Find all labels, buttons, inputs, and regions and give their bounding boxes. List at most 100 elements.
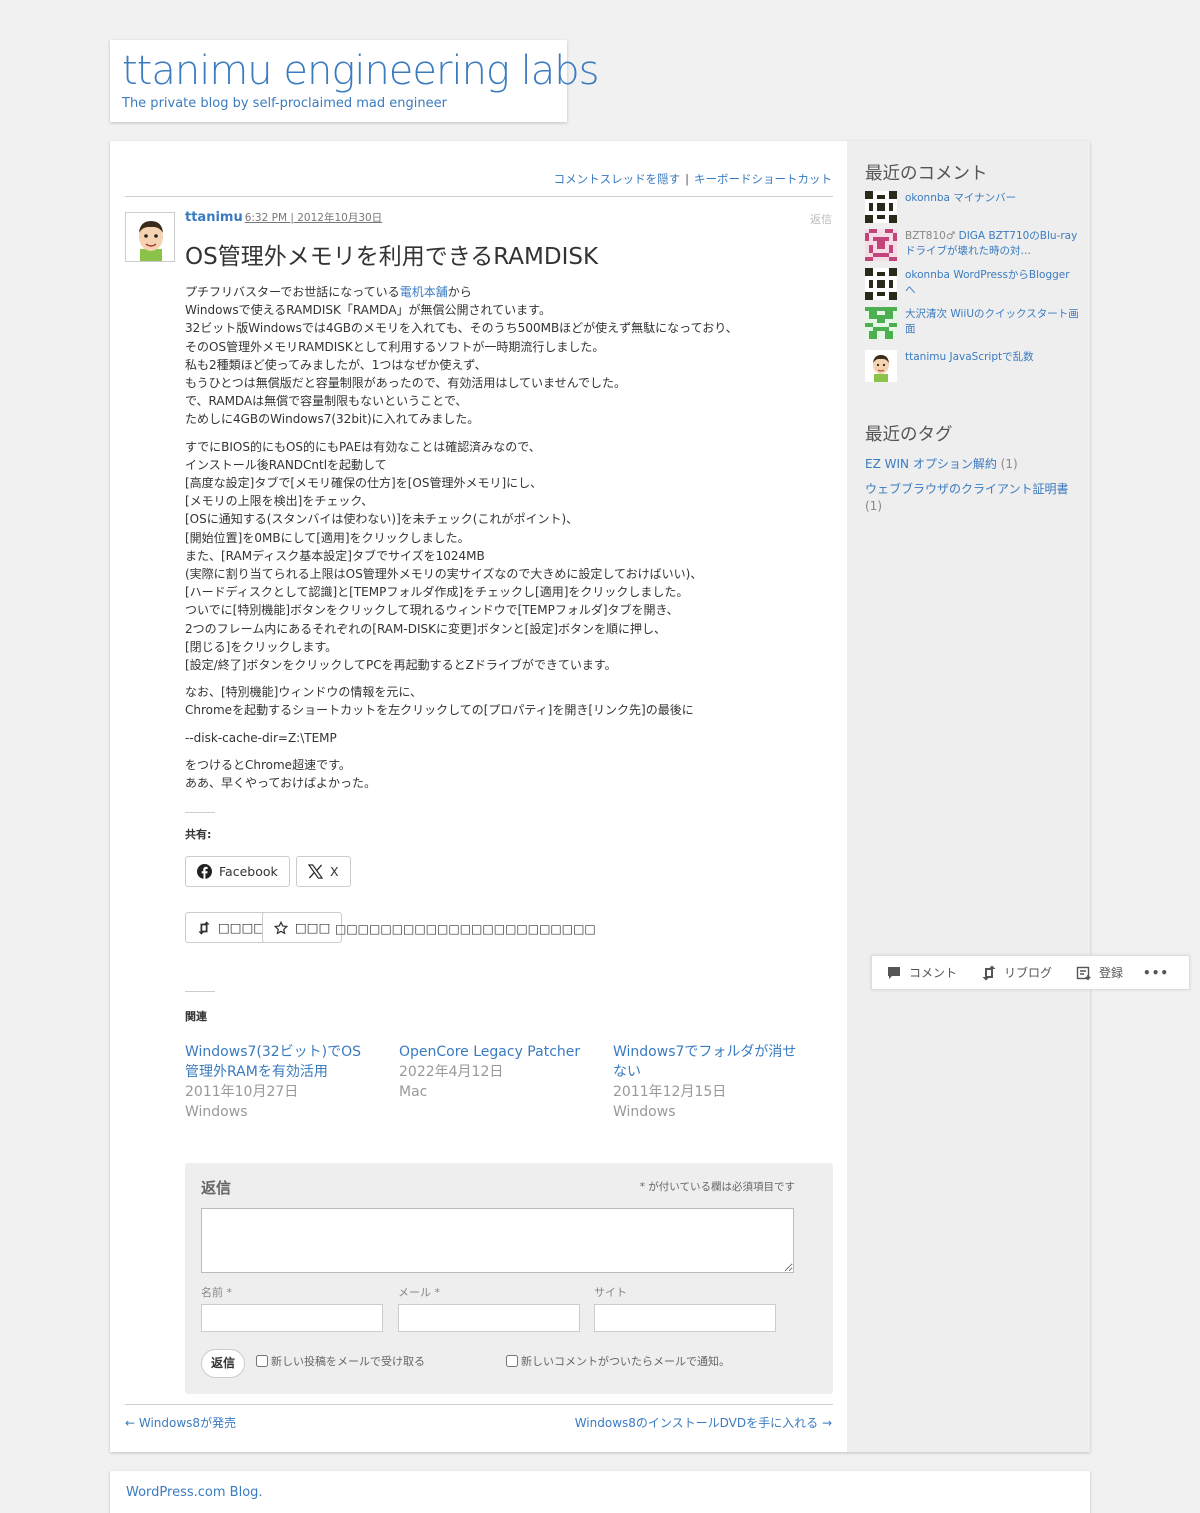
- x-share-button[interactable]: X: [296, 856, 351, 887]
- email-field[interactable]: [398, 1304, 580, 1332]
- prev-post-link[interactable]: ← Windows8が発売: [125, 1414, 236, 1431]
- tag-count: (1): [865, 499, 882, 513]
- site-label: サイト: [594, 1286, 627, 1299]
- code-line: --disk-cache-dir=Z:\TEMP: [185, 730, 337, 745]
- x-icon: [308, 864, 323, 879]
- comment-author-link[interactable]: 大沢清次: [905, 308, 947, 320]
- comment-author-link[interactable]: okonnba: [905, 269, 950, 281]
- action-bar: コメント リブログ 登録 •••: [871, 955, 1190, 990]
- subscribe-icon: [1076, 966, 1091, 980]
- recent-tags-title: 最近のタグ: [865, 425, 953, 445]
- subscribe-posts-checkbox[interactable]: [256, 1355, 268, 1367]
- identicon-avatar-icon[interactable]: [865, 229, 897, 261]
- comment-post-link[interactable]: JavaScriptで乱数: [949, 351, 1033, 363]
- subscribe-posts-option[interactable]: 新しい投稿をメールで受け取る: [256, 1353, 425, 1369]
- site-field[interactable]: [594, 1304, 776, 1332]
- paragraph: をつけるとChrome超速です。 ああ、早くやっておけばよかった。: [185, 757, 377, 791]
- subscribe-comments-option[interactable]: 新しいコメントがついたらメールで通知。: [506, 1353, 730, 1369]
- p1-text-cont: から Windowsで使えるRAMDISK「RAMDA」が無償公開されています。…: [185, 285, 738, 427]
- related-post: OpenCore Legacy Patcher 2022年4月12日 Mac: [399, 1042, 589, 1102]
- name-field[interactable]: [201, 1304, 383, 1332]
- identicon-avatar-icon[interactable]: [865, 191, 897, 223]
- denki-honpo-link[interactable]: 電机本舗: [400, 285, 448, 299]
- divider: [125, 196, 833, 197]
- recent-comment-item: okonnba マイナンバー: [865, 191, 1080, 223]
- paragraph: プチフリバスターでお世話になっている電机本舗から Windowsで使えるRAMD…: [185, 283, 825, 429]
- recent-comment-item: okonnba WordPressからBloggerへ: [865, 268, 1080, 300]
- related-post-title[interactable]: Windows7(32ビット)でOS管理外RAMを有効活用: [185, 1042, 375, 1082]
- post-title: OS管理外メモリを利用できるRAMDISK: [185, 244, 599, 270]
- recent-comment-item: BZT810♂ DIGA BZT710のBlu-rayドライブが壊れた時の対…: [865, 229, 1080, 261]
- name-label: 名前 *: [201, 1286, 232, 1299]
- share-label: 共有:: [185, 828, 212, 841]
- comment-author-link[interactable]: okonnba: [905, 192, 950, 204]
- footer: WordPress.com Blog.: [110, 1471, 1090, 1513]
- related-post-category: Windows: [613, 1104, 676, 1120]
- identicon-avatar-icon[interactable]: [865, 307, 897, 339]
- site-title[interactable]: ttanimu engineering labs: [122, 48, 600, 94]
- email-label: メール *: [398, 1286, 440, 1299]
- recent-comment-item: ttanimu JavaScriptで乱数: [865, 350, 1080, 382]
- paragraph: すでにBIOS的にもOS的にもPAEは有効なことは確認済みなので、 インストール…: [185, 439, 703, 673]
- reblog-label: □□□□: [218, 920, 266, 935]
- like-button[interactable]: □□□: [262, 912, 343, 943]
- divider: [185, 991, 215, 992]
- site-header: ttanimu engineering labs The private blo…: [110, 40, 600, 122]
- divider: [125, 1404, 833, 1405]
- star-icon: [274, 920, 288, 935]
- related-post-date: 2011年12月15日: [613, 1084, 727, 1100]
- related-post: Windows7(32ビット)でOS管理外RAMを有効活用 2011年10月27…: [185, 1042, 375, 1122]
- post-datetime[interactable]: 6:32 PM | 2012年10月30日: [245, 212, 382, 224]
- comment-action[interactable]: コメント: [886, 964, 957, 981]
- p1-text: プチフリバスターでお世話になっている: [185, 285, 400, 299]
- tag-link[interactable]: EZ WIN オプション解約: [865, 457, 997, 471]
- thread-links: コメントスレッドを隠す | キーボードショートカット: [554, 171, 832, 187]
- related-post-date: 2011年10月27日: [185, 1084, 299, 1100]
- comment-action-label: コメント: [909, 966, 958, 980]
- subscribe-action[interactable]: 登録: [1076, 964, 1123, 981]
- tag-item: ウェブブラウザのクライアント証明書 (1): [865, 481, 1070, 515]
- comment-post-link[interactable]: マイナンバー: [953, 192, 1016, 204]
- wordpress-blog-link[interactable]: WordPress.com Blog.: [126, 1485, 263, 1500]
- tag-link[interactable]: ウェブブラウザのクライアント証明書: [865, 482, 1069, 496]
- paragraph: なお、[特別機能]ウィンドウの情報を元に、 Chromeを起動するショートカット…: [185, 685, 694, 718]
- more-options-icon[interactable]: •••: [1143, 966, 1169, 980]
- keyboard-shortcuts-link[interactable]: キーボードショートカット: [694, 172, 832, 186]
- identicon-avatar-icon[interactable]: [865, 268, 897, 300]
- tag-count: (1): [1000, 457, 1018, 471]
- comment-author: BZT810♂: [905, 230, 956, 242]
- comment-text: BZT810♂ DIGA BZT710のBlu-rayドライブが壊れた時の対…: [905, 229, 1080, 261]
- submit-button[interactable]: 返信: [201, 1349, 246, 1378]
- comment-textarea[interactable]: [201, 1208, 794, 1273]
- reblog-icon: [982, 965, 996, 980]
- related-post-title[interactable]: Windows7でフォルダが消せない: [613, 1042, 803, 1082]
- required-note: * が付いている欄は必須項目です: [639, 1181, 795, 1193]
- post-author[interactable]: ttanimu: [185, 210, 243, 225]
- facebook-icon: [197, 864, 212, 879]
- recent-comment-item: 大沢清次 WiiUのクイックスタート画面: [865, 307, 1080, 339]
- post-body: プチフリバスターでお世話になっている電机本舗から Windowsで使えるRAMD…: [185, 283, 825, 801]
- content-area: コメントスレッドを隠す | キーボードショートカット ttanimu 6:32 PM …: [110, 141, 1090, 1452]
- facebook-share-button[interactable]: Facebook: [185, 856, 290, 887]
- comment-author-link[interactable]: ttanimu: [905, 351, 946, 363]
- subscribe-comments-checkbox[interactable]: [506, 1355, 518, 1367]
- subscribe-posts-label: 新しい投稿をメールで受け取る: [271, 1355, 425, 1368]
- author-avatar[interactable]: [125, 212, 175, 262]
- related-post-category: Mac: [399, 1084, 428, 1100]
- hide-threads-link[interactable]: コメントスレッドを隠す: [554, 172, 681, 186]
- comment-text: ttanimu JavaScriptで乱数: [905, 350, 1034, 382]
- separator: |: [685, 172, 689, 186]
- form-heading: 返信: [201, 1179, 232, 1197]
- next-post-link[interactable]: Windows8のインストールDVDを手に入れる →: [575, 1414, 832, 1431]
- related-post-title[interactable]: OpenCore Legacy Patcher: [399, 1042, 589, 1062]
- reblog-action[interactable]: リブログ: [981, 964, 1052, 981]
- comment-text: 大沢清次 WiiUのクイックスタート画面: [905, 307, 1080, 339]
- mii-avatar-icon[interactable]: [865, 350, 897, 382]
- subscribe-action-label: 登録: [1099, 966, 1124, 980]
- subscribe-comments-label: 新しいコメントがついたらメールで通知。: [521, 1355, 730, 1368]
- like-status-text: □□□□□□□□□□□□□□□□□□□□□□□: [335, 922, 596, 936]
- comment-form: 返信 * が付いている欄は必須項目です 名前 * メール * サイト 返信 新し…: [185, 1163, 833, 1394]
- reply-link[interactable]: 返信: [810, 211, 832, 227]
- comment-text: okonnba WordPressからBloggerへ: [905, 268, 1080, 300]
- tag-item: EZ WIN オプション解約 (1): [865, 456, 1070, 473]
